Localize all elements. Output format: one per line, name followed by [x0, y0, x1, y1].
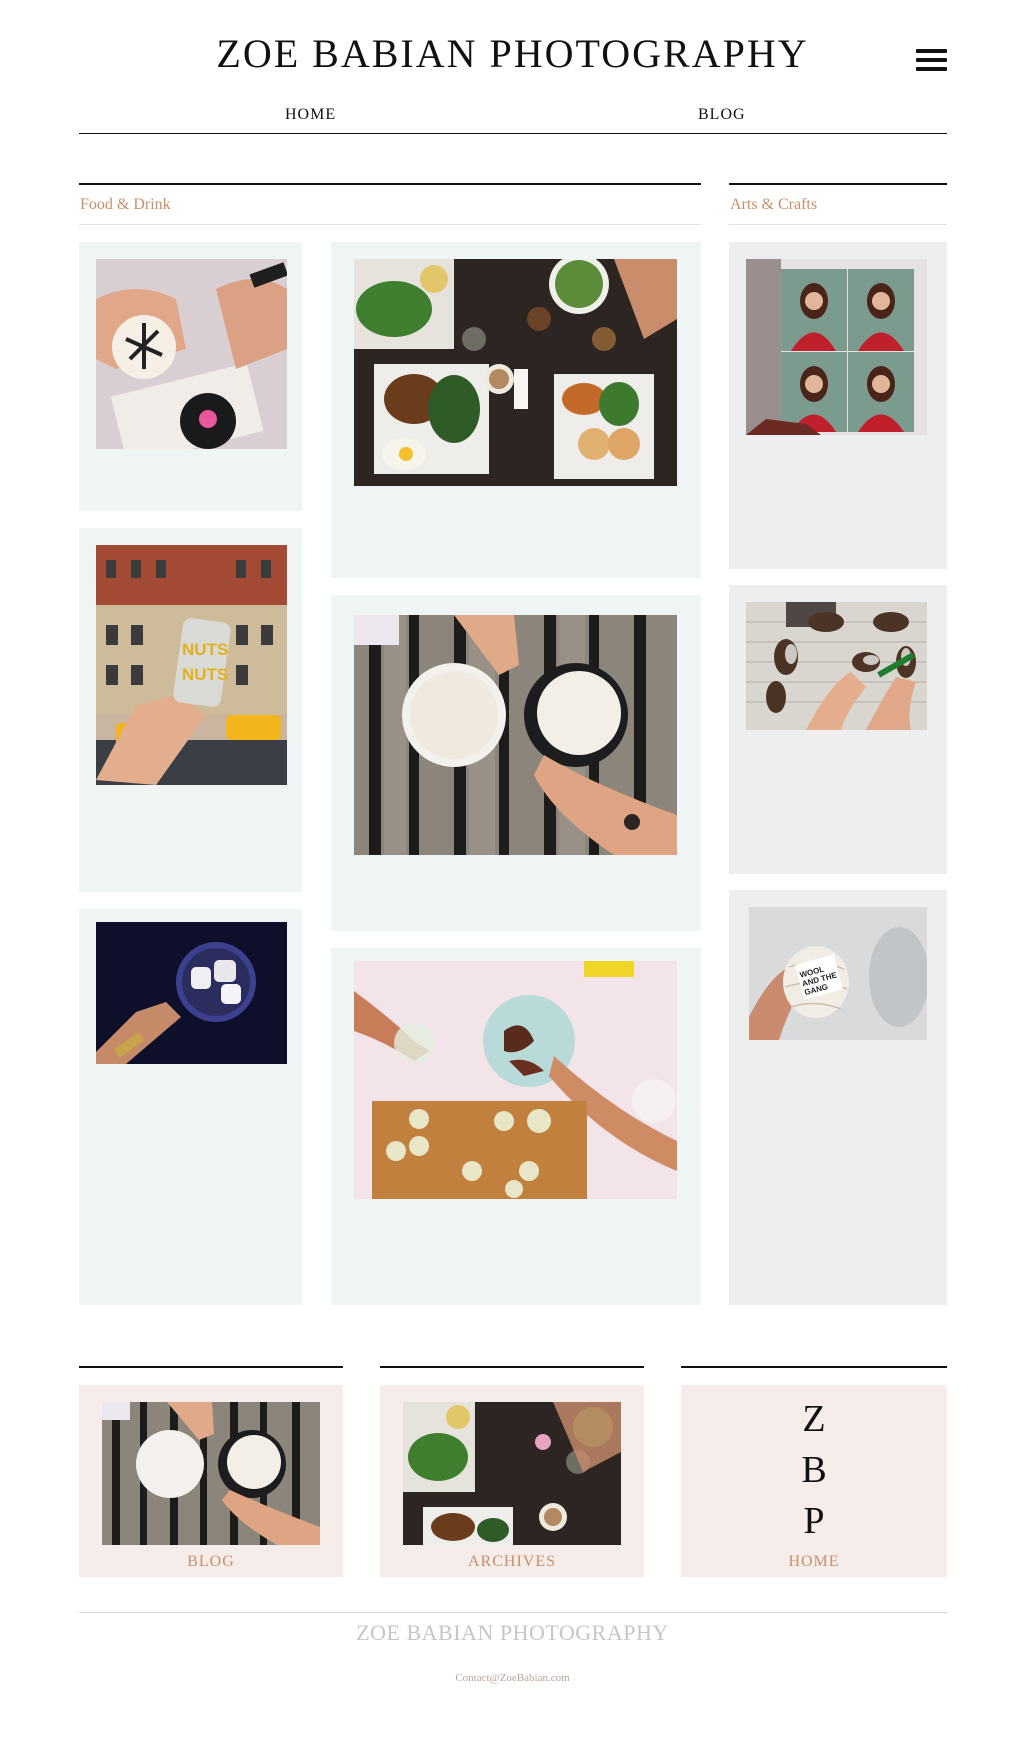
post-card[interactable]: NUTS NUTS [79, 528, 302, 892]
footer-blog-card[interactable]: BLOG [79, 1385, 343, 1577]
footer-card-rule [380, 1366, 644, 1368]
brunch-table-photo[interactable] [354, 259, 677, 486]
post-card[interactable] [79, 909, 302, 1305]
nuts-city-photo[interactable]: NUTS NUTS [96, 545, 287, 785]
food-section-title[interactable]: Food & Drink [80, 196, 171, 214]
hot-cocoa-photo[interactable] [96, 922, 287, 1064]
svg-text:NUTS: NUTS [182, 665, 228, 684]
footer-archives-label[interactable]: ARCHIVES [380, 1553, 644, 1571]
nav-home[interactable]: HOME [285, 106, 336, 124]
footer-home-card[interactable]: Z B P HOME [681, 1385, 947, 1577]
footer-card-rule [79, 1366, 343, 1368]
nav-blog[interactable]: BLOG [698, 106, 746, 124]
post-card[interactable] [79, 242, 302, 511]
svg-text:NUTS: NUTS [182, 640, 228, 659]
post-card[interactable] [729, 585, 947, 874]
monogram-letter: P [803, 1500, 825, 1542]
pinecones-photo[interactable] [746, 602, 927, 730]
archives-brunch-photo[interactable] [403, 1402, 621, 1545]
arts-section-underline [729, 224, 947, 225]
food-section-rule [79, 183, 701, 185]
footer-archives-card[interactable]: ARCHIVES [380, 1385, 644, 1577]
cupcake-photo[interactable] [96, 259, 287, 449]
contact-email-link[interactable]: Contact@ZoeBabian.com [0, 1672, 1025, 1684]
food-section-underline [79, 224, 701, 225]
footer-home-label[interactable]: HOME [681, 1553, 947, 1571]
coffee-cups-photo[interactable] [354, 615, 677, 855]
post-card[interactable] [331, 948, 701, 1305]
post-card[interactable] [331, 595, 701, 931]
blog-coffee-photo[interactable] [102, 1402, 320, 1545]
hamburger-menu-icon[interactable] [916, 49, 947, 71]
footer-card-rule [681, 1366, 947, 1368]
footer-blog-label[interactable]: BLOG [79, 1553, 343, 1571]
arts-section-title[interactable]: Arts & Crafts [730, 196, 817, 214]
post-card[interactable] [729, 242, 947, 569]
post-card[interactable]: WOOL AND THE GANG [729, 890, 947, 1305]
footer-site-title: ZOE BABIAN PHOTOGRAPHY [356, 1620, 669, 1645]
post-card[interactable] [331, 242, 701, 578]
monogram-letter: Z [802, 1398, 826, 1440]
arts-section-rule [729, 183, 947, 185]
footer-divider [79, 1612, 947, 1613]
yarn-ball-photo[interactable]: WOOL AND THE GANG [749, 907, 927, 1040]
cutting-board-photo[interactable] [354, 961, 677, 1199]
nav-divider [79, 133, 947, 134]
site-title[interactable]: ZOE BABIAN PHOTOGRAPHY [0, 30, 1025, 77]
portrait-prints-photo[interactable] [746, 259, 927, 435]
monogram-letter: B [801, 1449, 827, 1491]
